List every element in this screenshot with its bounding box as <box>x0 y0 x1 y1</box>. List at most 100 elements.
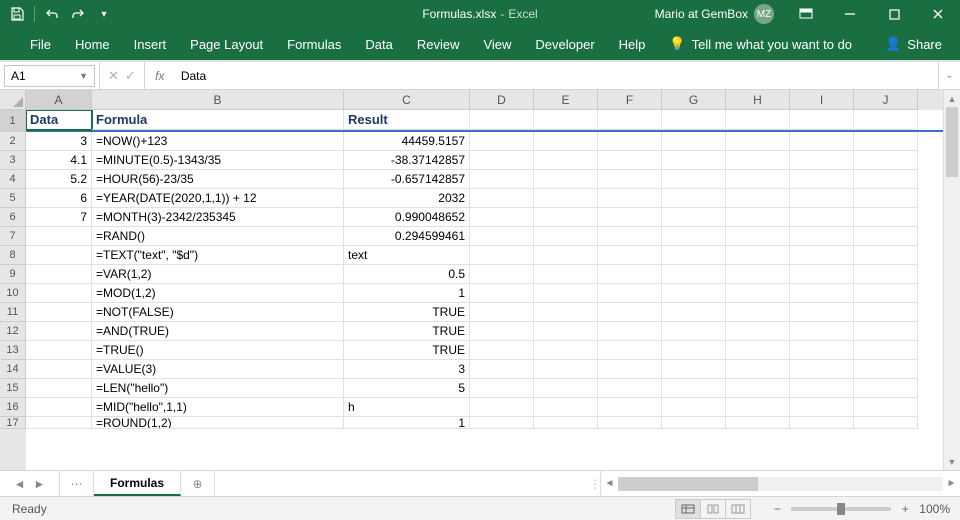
cell-J7[interactable] <box>854 227 918 246</box>
column-header-D[interactable]: D <box>470 90 534 110</box>
cell-I16[interactable] <box>790 398 854 417</box>
cell-C13[interactable]: TRUE <box>344 341 470 360</box>
cell-G14[interactable] <box>662 360 726 379</box>
zoom-out-icon[interactable]: − <box>769 502 785 516</box>
column-header-E[interactable]: E <box>534 90 598 110</box>
cell-A17[interactable] <box>26 417 92 429</box>
cell-A12[interactable] <box>26 322 92 341</box>
chevron-down-icon[interactable]: ▼ <box>79 71 88 81</box>
cell-J10[interactable] <box>854 284 918 303</box>
cell-G4[interactable] <box>662 170 726 189</box>
qat-customize-icon[interactable]: ▾ <box>95 5 113 23</box>
cell-E9[interactable] <box>534 265 598 284</box>
cell-F12[interactable] <box>598 322 662 341</box>
cell-F14[interactable] <box>598 360 662 379</box>
hscroll-track[interactable] <box>618 477 943 491</box>
cell-J12[interactable] <box>854 322 918 341</box>
row-header-14[interactable]: 14 <box>0 360 26 379</box>
tab-scroll-handle[interactable]: ⋮ <box>590 471 600 496</box>
sheet-nav-menu[interactable]: ⋯ <box>60 471 94 496</box>
cell-H14[interactable] <box>726 360 790 379</box>
cell-C9[interactable]: 0.5 <box>344 265 470 284</box>
cell-B6[interactable]: =MONTH(3)-2342/235345 <box>92 208 344 227</box>
cell-E12[interactable] <box>534 322 598 341</box>
scroll-up-icon[interactable]: ▲ <box>944 90 960 107</box>
cell-A7[interactable] <box>26 227 92 246</box>
column-header-F[interactable]: F <box>598 90 662 110</box>
row-header-8[interactable]: 8 <box>0 246 26 265</box>
cell-G6[interactable] <box>662 208 726 227</box>
cell-B12[interactable]: =AND(TRUE) <box>92 322 344 341</box>
cell-H7[interactable] <box>726 227 790 246</box>
cell-A16[interactable] <box>26 398 92 417</box>
cell-G5[interactable] <box>662 189 726 208</box>
scroll-thumb[interactable] <box>946 107 958 177</box>
cell-H6[interactable] <box>726 208 790 227</box>
cell-E1[interactable] <box>534 110 598 130</box>
cell-I8[interactable] <box>790 246 854 265</box>
tell-me-search[interactable]: 💡Tell me what you want to do <box>657 28 864 60</box>
cell-B15[interactable]: =LEN("hello") <box>92 379 344 398</box>
cell-D14[interactable] <box>470 360 534 379</box>
cell-I5[interactable] <box>790 189 854 208</box>
cell-I13[interactable] <box>790 341 854 360</box>
column-header-G[interactable]: G <box>662 90 726 110</box>
cell-I10[interactable] <box>790 284 854 303</box>
cell-A14[interactable] <box>26 360 92 379</box>
cell-C3[interactable]: -38.37142857 <box>344 151 470 170</box>
cell-D3[interactable] <box>470 151 534 170</box>
cell-I4[interactable] <box>790 170 854 189</box>
minimize-icon[interactable] <box>828 0 872 28</box>
cell-E17[interactable] <box>534 417 598 429</box>
cell-E14[interactable] <box>534 360 598 379</box>
cell-D17[interactable] <box>470 417 534 429</box>
cell-B9[interactable]: =VAR(1,2) <box>92 265 344 284</box>
column-header-H[interactable]: H <box>726 90 790 110</box>
cell-I14[interactable] <box>790 360 854 379</box>
zoom-slider[interactable] <box>791 507 891 511</box>
cell-G1[interactable] <box>662 110 726 130</box>
cell-J15[interactable] <box>854 379 918 398</box>
cell-G3[interactable] <box>662 151 726 170</box>
cell-G15[interactable] <box>662 379 726 398</box>
cell-E7[interactable] <box>534 227 598 246</box>
column-header-B[interactable]: B <box>92 90 344 110</box>
cell-J9[interactable] <box>854 265 918 284</box>
sheet-tab-formulas[interactable]: Formulas <box>94 471 181 496</box>
cell-C8[interactable]: text <box>344 246 470 265</box>
row-header-15[interactable]: 15 <box>0 379 26 398</box>
cell-A4[interactable]: 5.2 <box>26 170 92 189</box>
cell-J13[interactable] <box>854 341 918 360</box>
cell-A3[interactable]: 4.1 <box>26 151 92 170</box>
cell-B2[interactable]: =NOW()+123 <box>92 132 344 151</box>
cell-J11[interactable] <box>854 303 918 322</box>
cell-B4[interactable]: =HOUR(56)-23/35 <box>92 170 344 189</box>
cell-B10[interactable]: =MOD(1,2) <box>92 284 344 303</box>
cell-G7[interactable] <box>662 227 726 246</box>
row-header-16[interactable]: 16 <box>0 398 26 417</box>
cell-E5[interactable] <box>534 189 598 208</box>
cell-A10[interactable] <box>26 284 92 303</box>
tab-page-layout[interactable]: Page Layout <box>178 28 275 60</box>
row-header-13[interactable]: 13 <box>0 341 26 360</box>
cell-A9[interactable] <box>26 265 92 284</box>
cell-J5[interactable] <box>854 189 918 208</box>
cell-A11[interactable] <box>26 303 92 322</box>
zoom-slider-handle[interactable] <box>837 503 845 515</box>
zoom-in-icon[interactable]: + <box>897 502 913 516</box>
cell-F11[interactable] <box>598 303 662 322</box>
row-header-9[interactable]: 9 <box>0 265 26 284</box>
tab-help[interactable]: Help <box>607 28 658 60</box>
formula-input[interactable]: Data <box>175 62 938 89</box>
sheet-prev-icon[interactable]: ◄ <box>14 477 26 491</box>
cell-F4[interactable] <box>598 170 662 189</box>
row-header-17[interactable]: 17 <box>0 417 26 429</box>
row-header-3[interactable]: 3 <box>0 151 26 170</box>
cell-F15[interactable] <box>598 379 662 398</box>
cell-D13[interactable] <box>470 341 534 360</box>
cell-H10[interactable] <box>726 284 790 303</box>
select-all-corner[interactable] <box>0 90 26 110</box>
close-icon[interactable] <box>916 0 960 28</box>
cell-A2[interactable]: 3 <box>26 132 92 151</box>
cell-B7[interactable]: =RAND() <box>92 227 344 246</box>
